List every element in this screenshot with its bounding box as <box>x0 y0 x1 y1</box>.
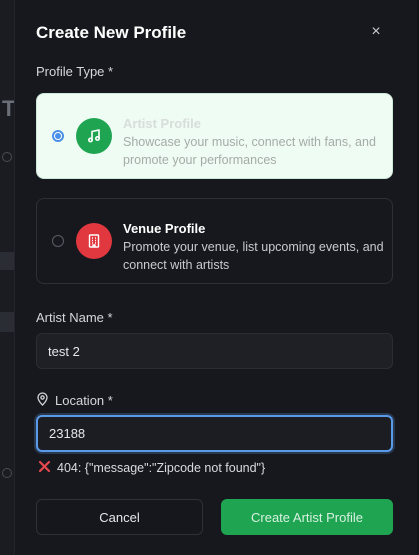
map-pin-icon <box>36 392 49 409</box>
create-profile-dialog: Create New Profile × Profile Type * Arti… <box>14 0 417 555</box>
venue-profile-description: Promote your venue, list upcoming events… <box>123 240 384 272</box>
artist-profile-title: Artist Profile <box>123 116 202 131</box>
error-message: 404: {"message":"Zipcode not found"} <box>57 461 266 475</box>
location-label-row: Location * <box>36 392 113 409</box>
artist-profile-option[interactable]: Artist Profile Showcase your music, conn… <box>36 93 393 179</box>
music-note-icon <box>76 118 112 154</box>
background-block <box>0 312 14 332</box>
background-pin-icon <box>2 152 12 162</box>
location-label: Location * <box>55 393 113 408</box>
building-icon <box>76 223 112 259</box>
dialog-title: Create New Profile <box>36 23 187 42</box>
create-profile-button[interactable]: Create Artist Profile <box>221 499 393 535</box>
profile-type-label: Profile Type * <box>36 64 114 79</box>
cancel-button[interactable]: Cancel <box>36 499 203 535</box>
artist-profile-radio[interactable] <box>52 130 64 142</box>
background-page: T <box>0 0 15 555</box>
artist-name-label: Artist Name * <box>36 310 113 325</box>
venue-profile-title: Venue Profile <box>123 221 206 236</box>
venue-profile-option[interactable]: Venue Profile Promote your venue, list u… <box>36 198 393 284</box>
venue-profile-radio[interactable] <box>52 235 64 247</box>
artist-profile-description: Showcase your music, connect with fans, … <box>123 135 376 167</box>
location-error: 404: {"message":"Zipcode not found"} <box>38 460 265 476</box>
background-block <box>0 252 14 270</box>
location-input[interactable] <box>36 415 393 452</box>
close-icon[interactable]: × <box>368 24 384 40</box>
background-icon <box>2 468 12 478</box>
error-x-icon <box>38 460 51 476</box>
artist-name-input[interactable] <box>36 333 393 369</box>
